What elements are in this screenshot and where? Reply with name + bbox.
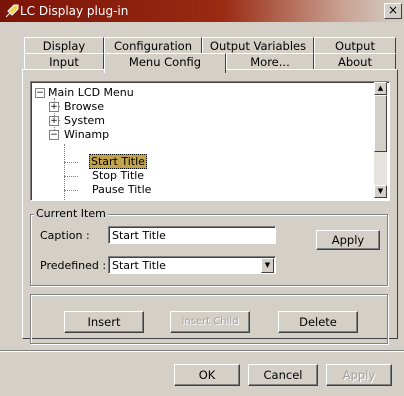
- current-item-group: [30, 214, 388, 286]
- ok-button[interactable]: OK: [174, 364, 240, 386]
- expand-icon[interactable]: +: [49, 116, 59, 126]
- arrow-up-icon: ▲: [377, 84, 384, 92]
- window-title: LC Display plug-in: [20, 4, 129, 18]
- caption-input[interactable]: Start Title: [108, 226, 276, 244]
- current-item-label: Current Item: [34, 207, 108, 220]
- delete-button[interactable]: Delete: [278, 311, 358, 333]
- predefined-select[interactable]: Start Title ▼: [108, 256, 276, 274]
- caption-label: Caption :: [40, 229, 90, 242]
- scroll-thumb[interactable]: [374, 95, 387, 152]
- tree-item[interactable]: Stop Title: [92, 169, 144, 183]
- collapse-icon[interactable]: −: [35, 88, 45, 98]
- tree-connector: [64, 162, 78, 163]
- scroll-up-button[interactable]: ▲: [374, 82, 387, 95]
- cancel-button[interactable]: Cancel: [248, 364, 318, 386]
- tree-item[interactable]: Pause Title: [92, 183, 151, 197]
- tree-connector: [64, 176, 78, 177]
- tree-connector: [64, 190, 78, 191]
- insert-child-button[interactable]: Insert Child: [170, 311, 250, 333]
- close-button[interactable]: ×: [384, 3, 402, 19]
- tree-item-selected[interactable]: Start Title: [89, 154, 147, 169]
- chevron-down-icon: ▼: [264, 261, 271, 269]
- predefined-label: Predefined :: [40, 259, 107, 272]
- footer-divider: [0, 350, 404, 352]
- insert-button[interactable]: Insert: [64, 311, 144, 333]
- apply-button[interactable]: Apply: [326, 364, 392, 386]
- close-icon: ×: [387, 3, 399, 17]
- tab-menu-config[interactable]: Menu Config: [104, 53, 226, 73]
- expand-icon[interactable]: +: [49, 102, 59, 112]
- dropdown-arrow[interactable]: ▼: [261, 258, 274, 273]
- scroll-down-button[interactable]: ▼: [374, 185, 387, 198]
- plugin-icon: [5, 4, 19, 18]
- apply-caption-button[interactable]: Apply: [316, 230, 380, 250]
- menu-tree[interactable]: − Main LCD Menu + Browse + System − Wina…: [30, 81, 390, 201]
- tree-scrollbar[interactable]: ▲ ▼: [374, 82, 387, 198]
- tree-connector: [64, 144, 65, 200]
- title-bar: LC Display plug-in ×: [0, 0, 404, 22]
- arrow-down-icon: ▼: [377, 187, 384, 195]
- collapse-icon[interactable]: −: [49, 130, 59, 140]
